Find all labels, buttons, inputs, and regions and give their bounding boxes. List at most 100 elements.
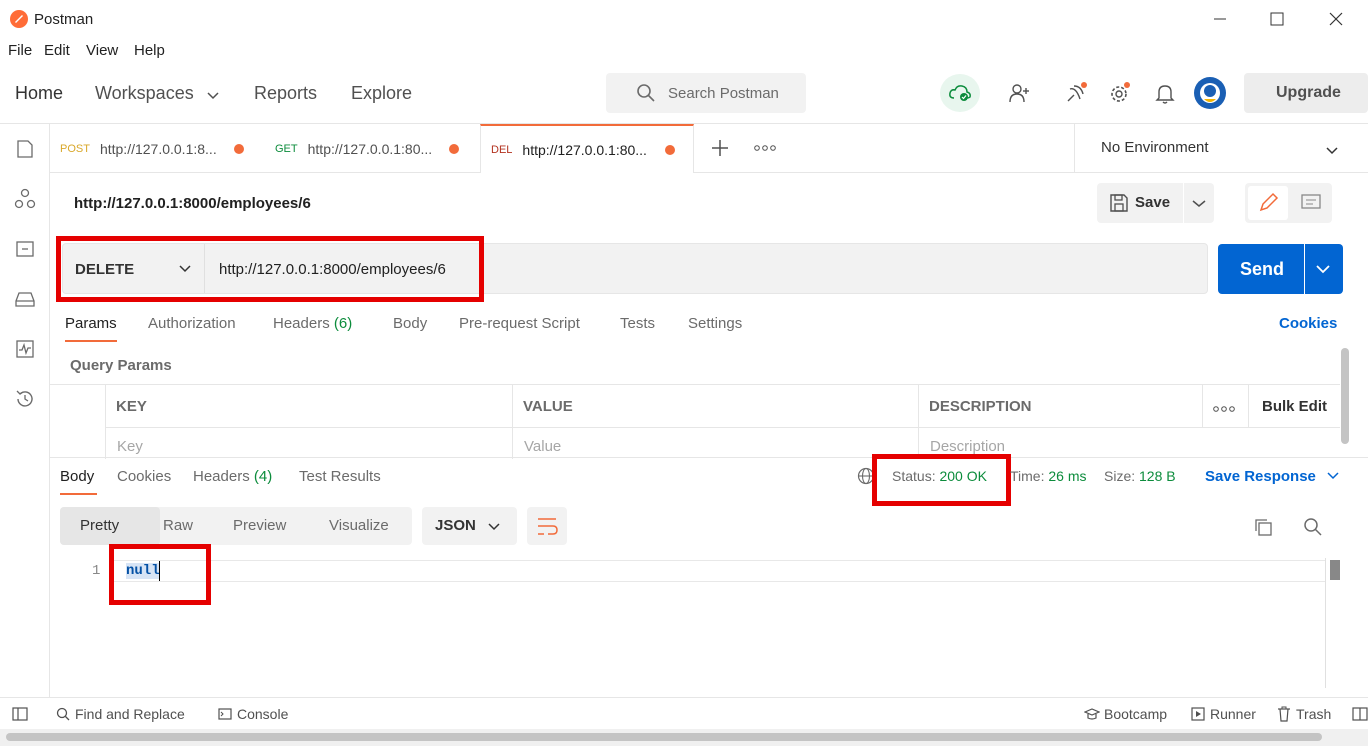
response-tab-test-results[interactable]: Test Results	[299, 468, 381, 485]
editor-scroll-thumb[interactable]	[1330, 560, 1340, 580]
find-replace-icon	[56, 707, 70, 724]
send-dropdown-button[interactable]	[1305, 244, 1343, 294]
menu-view[interactable]: View	[86, 42, 118, 59]
request-tab-get[interactable]: GET http://127.0.0.1:80...	[275, 124, 475, 173]
request-name[interactable]: http://127.0.0.1:8000/employees/6	[74, 195, 311, 212]
tab-params[interactable]: Params	[65, 315, 117, 332]
close-window-button[interactable]	[1316, 0, 1356, 38]
left-sidebar	[0, 124, 50, 697]
response-size: Size: 128 B	[1104, 468, 1176, 484]
value-input[interactable]: Value	[524, 438, 561, 455]
view-tab-preview[interactable]: Preview	[233, 517, 286, 534]
column-divider	[1202, 385, 1203, 427]
format-label: JSON	[435, 517, 476, 534]
trash-button[interactable]: Trash	[1296, 706, 1331, 722]
nav-workspaces[interactable]: Workspaces	[95, 83, 194, 104]
headers-count: (4)	[253, 468, 273, 485]
format-selector[interactable]: JSON	[422, 507, 517, 545]
save-label: Save	[1135, 194, 1171, 211]
wrap-lines-button[interactable]	[527, 507, 567, 545]
response-tab-headers[interactable]: Headers (4)	[193, 468, 272, 485]
new-tab-plus-icon[interactable]	[706, 134, 734, 162]
tab-tests[interactable]: Tests	[620, 315, 655, 332]
response-tab-cookies[interactable]: Cookies	[117, 468, 171, 485]
find-and-replace-button[interactable]: Find and Replace	[75, 706, 185, 722]
editor-scrollbar[interactable]	[1325, 558, 1326, 688]
request-tab-delete-active[interactable]: DEL http://127.0.0.1:80...	[480, 124, 694, 173]
menu-edit[interactable]: Edit	[44, 42, 70, 59]
apis-icon[interactable]	[10, 184, 40, 214]
size-label: Size:	[1104, 468, 1136, 484]
request-tabs-bar: POST http://127.0.0.1:8... GET http://12…	[50, 124, 1368, 173]
active-tab-underline	[60, 493, 97, 495]
highlight-box-status	[872, 454, 1011, 506]
view-tab-visualize[interactable]: Visualize	[329, 517, 389, 534]
environments-icon[interactable]	[10, 234, 40, 264]
response-time: Time: 26 ms	[1010, 468, 1087, 484]
maximize-button[interactable]	[1257, 0, 1297, 38]
two-pane-icon[interactable]	[1352, 707, 1368, 724]
title-bar: Postman	[0, 0, 1368, 38]
cookies-link[interactable]: Cookies	[1279, 315, 1337, 332]
invite-user-icon[interactable]	[1004, 78, 1034, 108]
collections-icon[interactable]	[10, 134, 40, 164]
save-response-button[interactable]: Save Response	[1205, 468, 1340, 485]
edit-pencil-icon[interactable]	[1248, 186, 1288, 220]
description-input[interactable]: Description	[930, 438, 1005, 455]
notifications-bell-icon[interactable]	[1150, 78, 1180, 108]
avatar[interactable]	[1194, 77, 1226, 109]
comments-icon[interactable]	[1293, 186, 1329, 220]
more-options-icon[interactable]	[1213, 400, 1235, 416]
history-icon[interactable]	[10, 384, 40, 414]
console-button[interactable]: Console	[237, 706, 288, 722]
nav-explore[interactable]: Explore	[351, 83, 412, 104]
search-icon	[636, 83, 656, 106]
tab-body[interactable]: Body	[393, 315, 427, 332]
nav-home[interactable]: Home	[15, 83, 63, 104]
runner-button[interactable]: Runner	[1210, 706, 1256, 722]
mock-servers-icon[interactable]	[10, 284, 40, 314]
bootcamp-button[interactable]: Bootcamp	[1104, 706, 1167, 722]
save-button[interactable]: Save	[1097, 183, 1183, 223]
sync-cloud-icon[interactable]	[940, 74, 980, 112]
column-header-description: DESCRIPTION	[929, 398, 1032, 415]
bulk-edit-button[interactable]: Bulk Edit	[1262, 398, 1327, 415]
view-tab-pretty[interactable]: Pretty	[60, 507, 160, 545]
tab-settings[interactable]: Settings	[688, 315, 742, 332]
postman-logo-icon	[10, 10, 28, 28]
horizontal-scrollbar[interactable]	[0, 729, 1368, 746]
time-value: 26 ms	[1048, 468, 1087, 484]
minimize-button[interactable]	[1200, 0, 1240, 38]
search-placeholder: Search Postman	[668, 85, 779, 102]
copy-icon[interactable]	[1253, 517, 1273, 540]
settings-gear-icon[interactable]	[1105, 78, 1135, 108]
menu-help[interactable]: Help	[134, 42, 165, 59]
view-tab-raw[interactable]: Raw	[163, 517, 193, 534]
response-body-editor[interactable]: 1 null	[50, 558, 1344, 688]
request-scrollbar[interactable]	[1341, 348, 1349, 444]
environment-selector[interactable]: No Environment	[1074, 124, 1368, 173]
nav-reports[interactable]: Reports	[254, 83, 317, 104]
wrap-lines-icon	[538, 518, 558, 535]
tab-prerequest-script[interactable]: Pre-request Script	[459, 315, 580, 332]
search-input[interactable]: Search Postman	[606, 73, 806, 113]
chevron-down-icon	[1316, 265, 1330, 274]
view-mode-toggle	[1245, 183, 1332, 223]
tab-headers[interactable]: Headers (6)	[273, 315, 352, 332]
active-tab-underline	[65, 340, 117, 342]
send-button[interactable]: Send	[1218, 244, 1304, 294]
response-tab-body[interactable]: Body	[60, 468, 94, 485]
satellite-icon[interactable]	[1061, 78, 1091, 108]
toggle-sidebar-icon[interactable]	[12, 707, 28, 724]
tab-authorization[interactable]: Authorization	[148, 315, 236, 332]
monitors-icon[interactable]	[10, 334, 40, 364]
tab-method-label: GET	[275, 142, 298, 155]
more-tabs-icon[interactable]	[750, 134, 780, 162]
search-response-icon[interactable]	[1303, 517, 1323, 540]
menu-file[interactable]: File	[8, 42, 32, 59]
request-tab-post[interactable]: POST http://127.0.0.1:8...	[60, 124, 260, 173]
save-dropdown-button[interactable]	[1184, 183, 1214, 223]
horizontal-scroll-thumb[interactable]	[6, 733, 1322, 741]
upgrade-button[interactable]: Upgrade	[1244, 73, 1368, 113]
key-input[interactable]: Key	[117, 438, 143, 455]
